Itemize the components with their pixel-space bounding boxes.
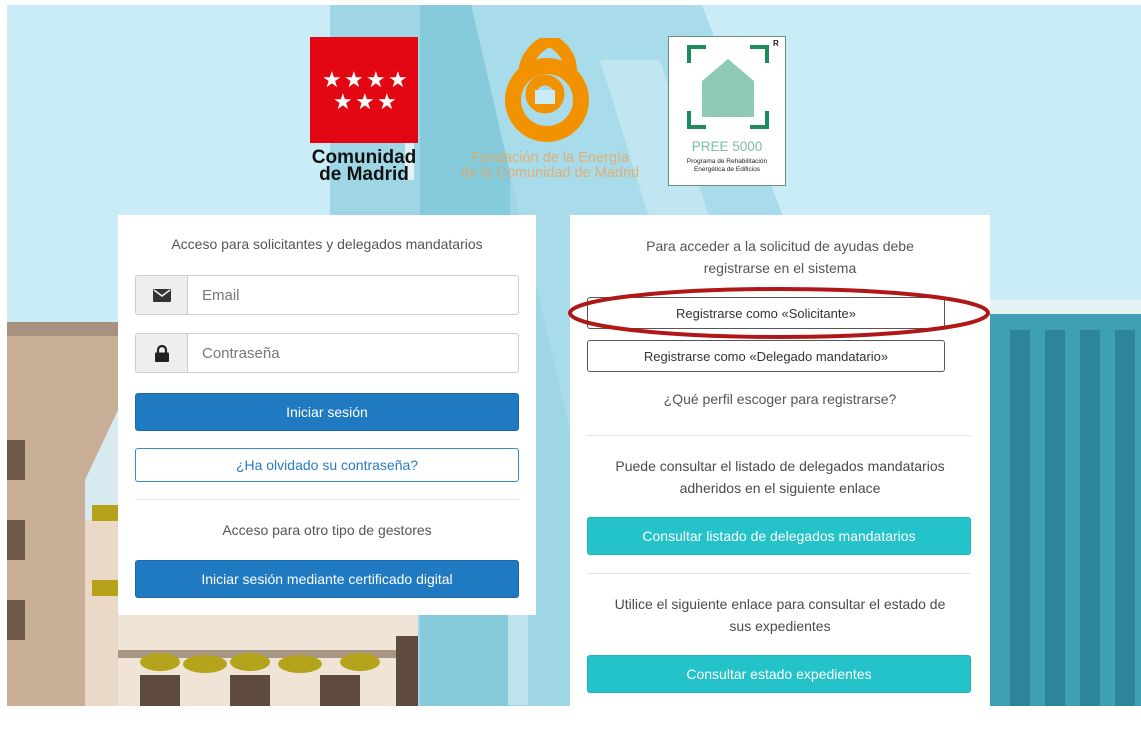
login-button[interactable]: Iniciar sesión xyxy=(135,393,519,431)
email-input[interactable] xyxy=(188,276,518,314)
password-input[interactable] xyxy=(188,334,518,372)
pree-5000-logo: R PREE 5000 Programa de Rehabilitación E… xyxy=(668,36,786,186)
expedientes-text: Utilice el siguiente enlace para consult… xyxy=(614,596,946,634)
comunidad-madrid-logo: ★ ★ ★ ★ ★ ★ ★ Comunidad de Madrid xyxy=(310,37,418,185)
divider xyxy=(587,435,971,436)
logo-cm-line2: de Madrid xyxy=(319,164,409,185)
profile-help-link[interactable]: ¿Qué perfil escoger para registrarse? xyxy=(570,388,990,410)
svg-text:★: ★ xyxy=(355,90,375,115)
register-delegado-button[interactable]: Registrarse como «Delegado mandatario» xyxy=(587,340,945,372)
register-panel: Para acceder a la solicitud de ayudas de… xyxy=(570,215,990,712)
email-field xyxy=(135,275,519,315)
fenercom-swirl-icon xyxy=(505,38,589,142)
certificate-login-button[interactable]: Iniciar sesión mediante certificado digi… xyxy=(135,560,519,598)
fenercom-logo: Fundación de la Energía de la Comunidad … xyxy=(450,38,650,188)
login-heading: Acceso para solicitantes y delegados man… xyxy=(171,236,483,252)
expedientes-status-button[interactable]: Consultar estado expedientes xyxy=(587,655,971,693)
pree-title: PREE 5000 xyxy=(691,139,763,154)
logo-fenercom-line1: Fundación de la Energía xyxy=(471,150,629,166)
password-field xyxy=(135,333,519,373)
lock-icon xyxy=(136,334,188,372)
divider xyxy=(135,499,519,500)
login-panel: Acceso para solicitantes y delegados man… xyxy=(118,215,536,615)
madrid-stars-icon: ★ ★ ★ ★ ★ ★ ★ xyxy=(310,37,418,143)
divider xyxy=(587,573,971,574)
svg-text:★: ★ xyxy=(333,90,353,115)
forgot-password-button[interactable]: ¿Ha olvidado su contraseña? xyxy=(135,448,519,482)
house-icon xyxy=(687,45,769,129)
pree-subtitle: Programa de Rehabilitación Energética de… xyxy=(686,158,768,173)
logo-fenercom-line2: de la Comunidad de Madrid xyxy=(460,165,640,181)
envelope-icon xyxy=(136,276,188,314)
delegados-list-text: Puede consultar el listado de delegados … xyxy=(615,458,945,496)
delegados-list-button[interactable]: Consultar listado de delegados mandatari… xyxy=(587,517,971,555)
svg-text:★: ★ xyxy=(377,90,397,115)
registered-mark: R xyxy=(773,39,779,48)
other-access-heading: Acceso para otro tipo de gestores xyxy=(222,522,432,538)
register-solicitante-button[interactable]: Registrarse como «Solicitante» xyxy=(587,297,945,329)
register-intro: Para acceder a la solicitud de ayudas de… xyxy=(646,238,914,276)
